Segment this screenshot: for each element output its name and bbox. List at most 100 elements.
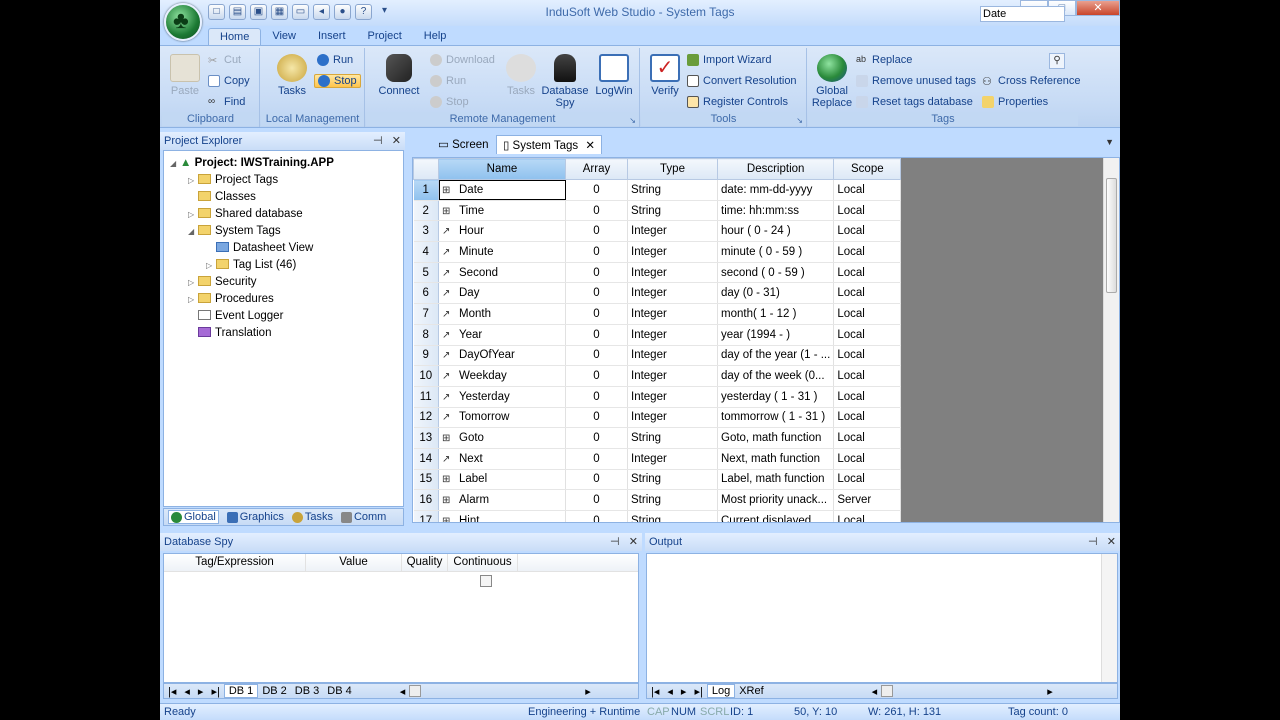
array-cell[interactable]: 0	[565, 386, 628, 408]
scope-cell[interactable]: Local	[833, 324, 902, 346]
tag-name-cell[interactable]: ⊞ Alarm	[438, 489, 566, 511]
table-row[interactable]: 8 ↗ Year 0 Integer year (1994 - ) Local	[413, 324, 902, 346]
tab-db2[interactable]: DB 2	[258, 685, 290, 697]
nav-next-icon[interactable]: ▸	[194, 685, 208, 698]
table-row[interactable]: 1 ⊞ Date 0 String date: mm-dd-yyyy Local	[413, 179, 902, 201]
table-row[interactable]: 3 ↗ Hour 0 Integer hour ( 0 - 24 ) Local	[413, 220, 902, 243]
connect-button[interactable]: Connect	[378, 54, 420, 97]
tag-name-cell[interactable]: ↗ Weekday	[438, 365, 566, 387]
tree-item-shared-database[interactable]: ▷ Shared database	[170, 206, 334, 223]
dbspy-col-quality[interactable]: Quality	[402, 554, 448, 571]
run-button[interactable]: Run	[317, 54, 353, 66]
logwin-button[interactable]: LogWin	[592, 54, 636, 97]
scope-cell[interactable]: Local	[833, 241, 902, 263]
tag-name-cell[interactable]: ↗ Day	[438, 282, 566, 305]
scrollbar-thumb[interactable]	[1106, 178, 1117, 293]
type-cell[interactable]: Integer	[627, 282, 718, 305]
description-cell[interactable]: Next, math function	[717, 448, 835, 470]
tag-name-cell[interactable]: ↗ Yesterday	[438, 386, 566, 408]
row-number[interactable]: 16	[413, 489, 439, 511]
tree-item-event-logger[interactable]: Event Logger	[170, 308, 334, 325]
remote-tasks-button[interactable]: Tasks	[504, 54, 538, 97]
table-row[interactable]: 15 ⊞ Label 0 String Label, math function Local	[413, 469, 902, 491]
table-row[interactable]: 2 ⊞ Time 0 String time: hh:mm:ss Local	[413, 200, 902, 222]
scope-cell[interactable]: Local	[833, 365, 902, 387]
array-cell[interactable]: 0	[565, 241, 628, 263]
output-nav-first-icon[interactable]: |◂	[647, 685, 663, 698]
close-button[interactable]: ✕	[1076, 0, 1120, 16]
array-cell[interactable]: 0	[565, 282, 628, 305]
description-cell[interactable]: date: mm-dd-yyyy	[717, 179, 835, 201]
output-pin-close-icon[interactable]: ⊣ ✕	[1088, 535, 1116, 548]
row-number[interactable]: 15	[413, 469, 439, 491]
array-cell[interactable]: 0	[565, 303, 628, 325]
dbspy-pin-close-icon[interactable]: ⊣ ✕	[610, 535, 638, 548]
description-cell[interactable]: Goto, math function	[717, 427, 835, 449]
find-button[interactable]: ∞ Find	[208, 96, 245, 108]
row-number[interactable]: 9	[413, 345, 439, 367]
scope-cell[interactable]: Server	[833, 489, 902, 511]
description-cell[interactable]: Most priority unack...	[717, 489, 835, 511]
cut-button[interactable]: ✂ Cut	[208, 54, 241, 67]
column-header-scope[interactable]: Scope	[833, 158, 902, 180]
hscroll-thumb[interactable]	[409, 685, 422, 697]
tree-item-security[interactable]: ▷ Security	[170, 274, 334, 291]
table-row[interactable]: 10 ↗ Weekday 0 Integer day of the week (0... L…	[413, 365, 902, 387]
import-wizard-button[interactable]: Import Wizard	[687, 54, 771, 66]
table-row[interactable]: 7 ↗ Month 0 Integer month( 1 - 12 ) Local	[413, 303, 902, 325]
nav-last-icon[interactable]: ▸|	[207, 685, 223, 698]
properties-button[interactable]: Properties	[982, 96, 1048, 108]
row-number[interactable]: 6	[413, 282, 439, 305]
tag-name-cell[interactable]: ⊞ Hint	[438, 510, 566, 522]
tag-name-cell[interactable]: ↗ DayOfYear	[438, 345, 566, 367]
type-cell[interactable]: Integer	[627, 448, 718, 470]
scope-cell[interactable]: Local	[833, 220, 902, 243]
tree-item-project-tags[interactable]: ▷ Project Tags	[170, 172, 334, 189]
type-cell[interactable]: Integer	[627, 345, 718, 367]
type-cell[interactable]: Integer	[627, 386, 718, 408]
tag-name-cell[interactable]: ↗ Month	[438, 303, 566, 325]
column-header-description[interactable]: Description	[716, 158, 835, 180]
description-cell[interactable]: second ( 0 - 59 )	[717, 262, 835, 284]
tag-name-cell[interactable]: ↗ Second	[438, 262, 566, 284]
output-scroll-left-icon[interactable]: ◂	[868, 685, 882, 698]
tab-log[interactable]: Log	[706, 684, 736, 698]
tag-name-cell[interactable]: ⊞ Date	[438, 179, 566, 201]
replace-button[interactable]: ab Replace	[856, 54, 912, 66]
table-row[interactable]: 9 ↗ DayOfYear 0 Integer day of the year (1 - …	[413, 345, 902, 367]
description-cell[interactable]: minute ( 0 - 59 )	[717, 241, 835, 263]
scroll-right-icon[interactable]: ▸	[581, 685, 595, 698]
tab-view[interactable]: View	[261, 28, 307, 46]
row-number[interactable]: 4	[413, 241, 439, 263]
tag-name-cell[interactable]: ↗ Hour	[438, 220, 566, 243]
type-cell[interactable]: String	[627, 427, 718, 449]
tab-xref[interactable]: XRef	[735, 685, 767, 697]
array-cell[interactable]: 0	[565, 179, 628, 201]
scope-cell[interactable]: Local	[833, 262, 902, 284]
tab-graphics[interactable]: Graphics	[226, 511, 284, 523]
tab-db4[interactable]: DB 4	[323, 685, 355, 697]
scope-cell[interactable]: Local	[833, 345, 902, 367]
array-cell[interactable]: 0	[565, 489, 628, 511]
scope-cell[interactable]: Local	[833, 427, 902, 449]
table-row[interactable]: 13 ⊞ Goto 0 String Goto, math function Local	[413, 427, 902, 449]
tag-name-cell[interactable]: ⊞ Time	[438, 200, 566, 222]
scope-cell[interactable]: Local	[833, 448, 902, 470]
type-cell[interactable]: String	[627, 489, 718, 511]
reset-tags-database-button[interactable]: Reset tags database	[856, 96, 973, 108]
table-row[interactable]: 6 ↗ Day 0 Integer day (0 - 31) Local	[413, 282, 902, 305]
description-cell[interactable]: month( 1 - 12 )	[717, 303, 835, 325]
output-vertical-scrollbar[interactable]	[1101, 554, 1117, 682]
close-tab-icon[interactable]: ✕	[585, 140, 595, 152]
tab-db3[interactable]: DB 3	[291, 685, 323, 697]
doc-tab-system-tags[interactable]: ▯ System Tags ✕	[496, 135, 603, 154]
scope-cell[interactable]: Local	[833, 200, 902, 222]
tab-tasks[interactable]: Tasks	[291, 511, 333, 523]
tree-item-datasheet-view[interactable]: Datasheet View	[170, 240, 334, 257]
description-cell[interactable]: Current displayed ...	[717, 510, 835, 522]
row-number[interactable]: 12	[413, 407, 439, 429]
row-number[interactable]: 3	[413, 220, 439, 243]
array-cell[interactable]: 0	[565, 427, 628, 449]
type-cell[interactable]: Integer	[627, 365, 718, 387]
download-button[interactable]: Download	[430, 54, 495, 66]
